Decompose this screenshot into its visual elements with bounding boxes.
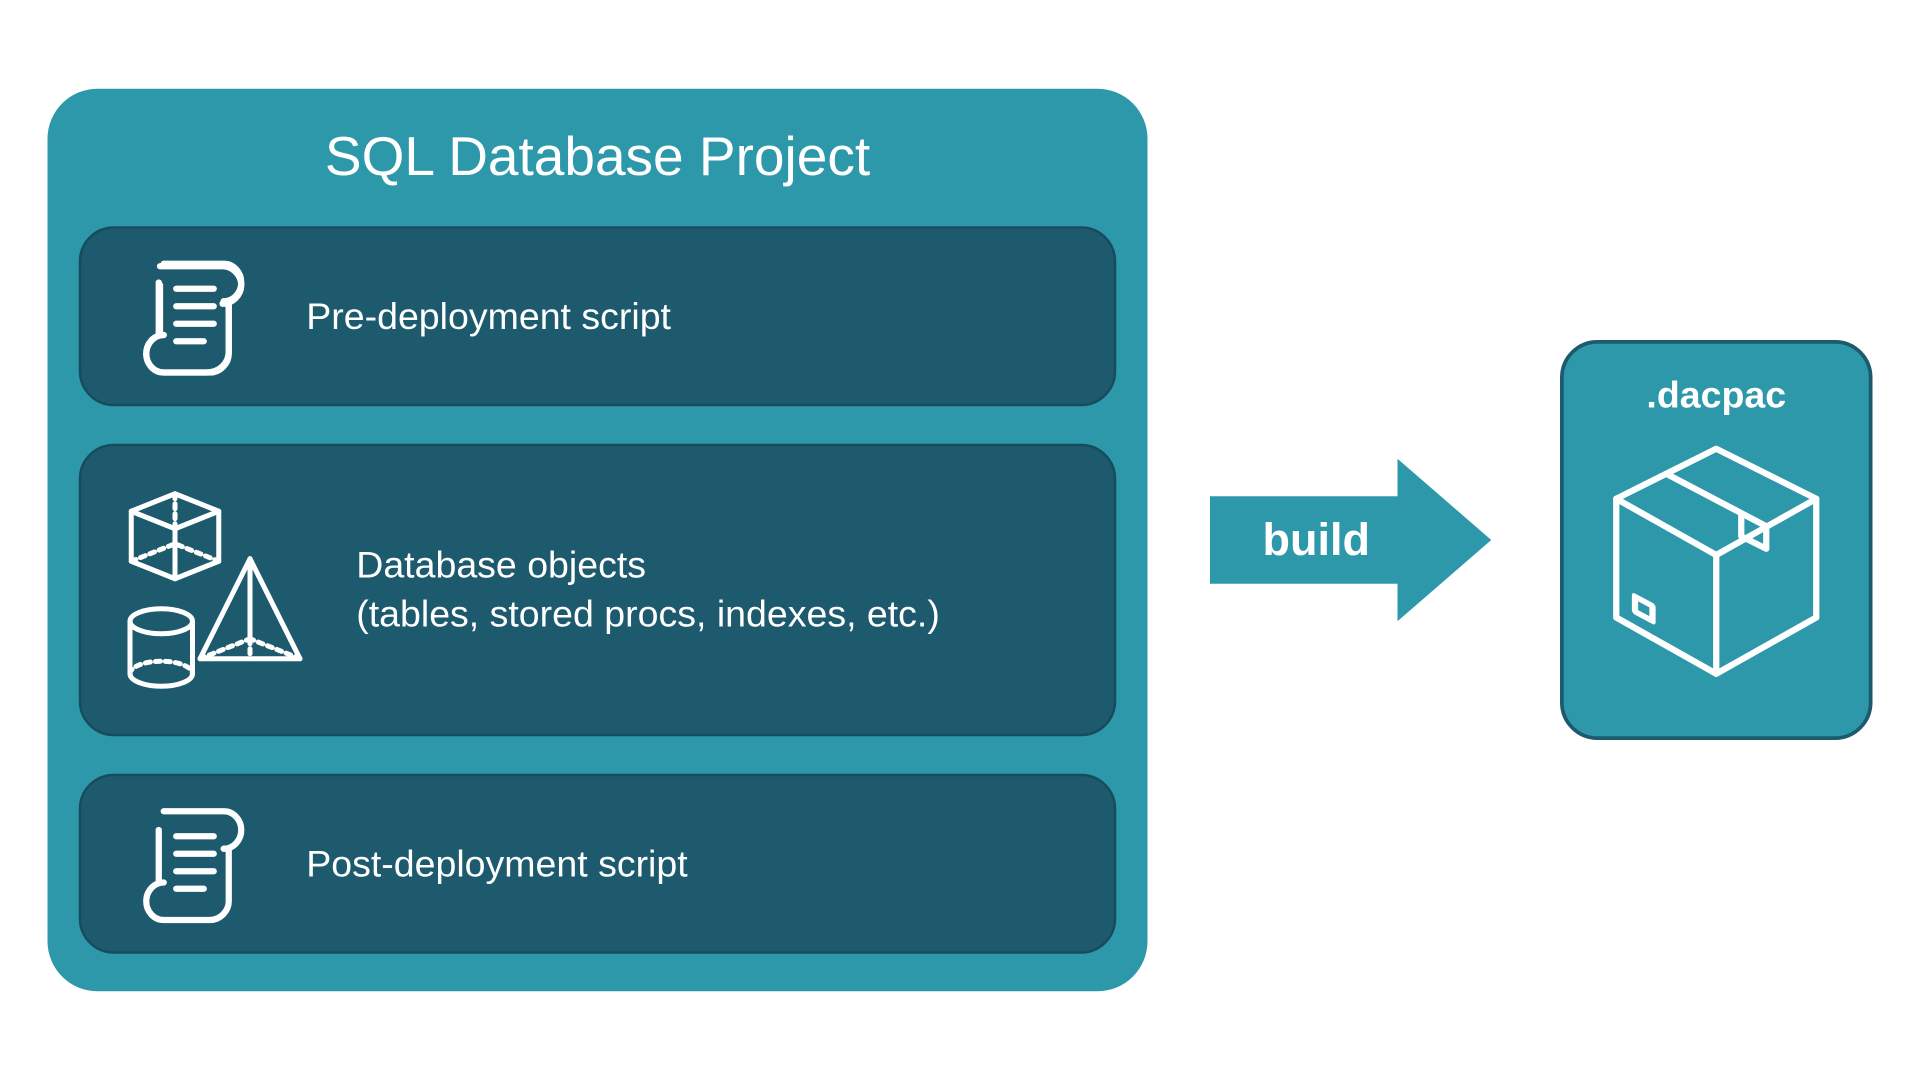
build-arrow: build [1210, 453, 1498, 628]
post-deployment-label: Post-deployment script [306, 839, 687, 888]
script-icon [125, 801, 263, 926]
project-title: SQL Database Project [79, 120, 1117, 189]
database-objects-section: Database objects (tables, stored procs, … [79, 444, 1117, 737]
build-arrow-label: build [1263, 514, 1370, 565]
pre-deployment-section: Pre-deployment script [79, 226, 1117, 406]
shapes-icon [125, 484, 313, 697]
script-icon [125, 254, 263, 379]
dacpac-card: .dacpac [1560, 340, 1873, 740]
pre-deployment-label: Pre-deployment script [306, 292, 671, 341]
post-deployment-section: Post-deployment script [79, 774, 1117, 954]
project-card: SQL Database Project [48, 89, 1148, 992]
dacpac-label: .dacpac [1646, 375, 1786, 418]
diagram-stage: SQL Database Project [48, 89, 1873, 992]
database-objects-label: Database objects (tables, stored procs, … [356, 541, 940, 639]
package-icon [1604, 436, 1829, 686]
